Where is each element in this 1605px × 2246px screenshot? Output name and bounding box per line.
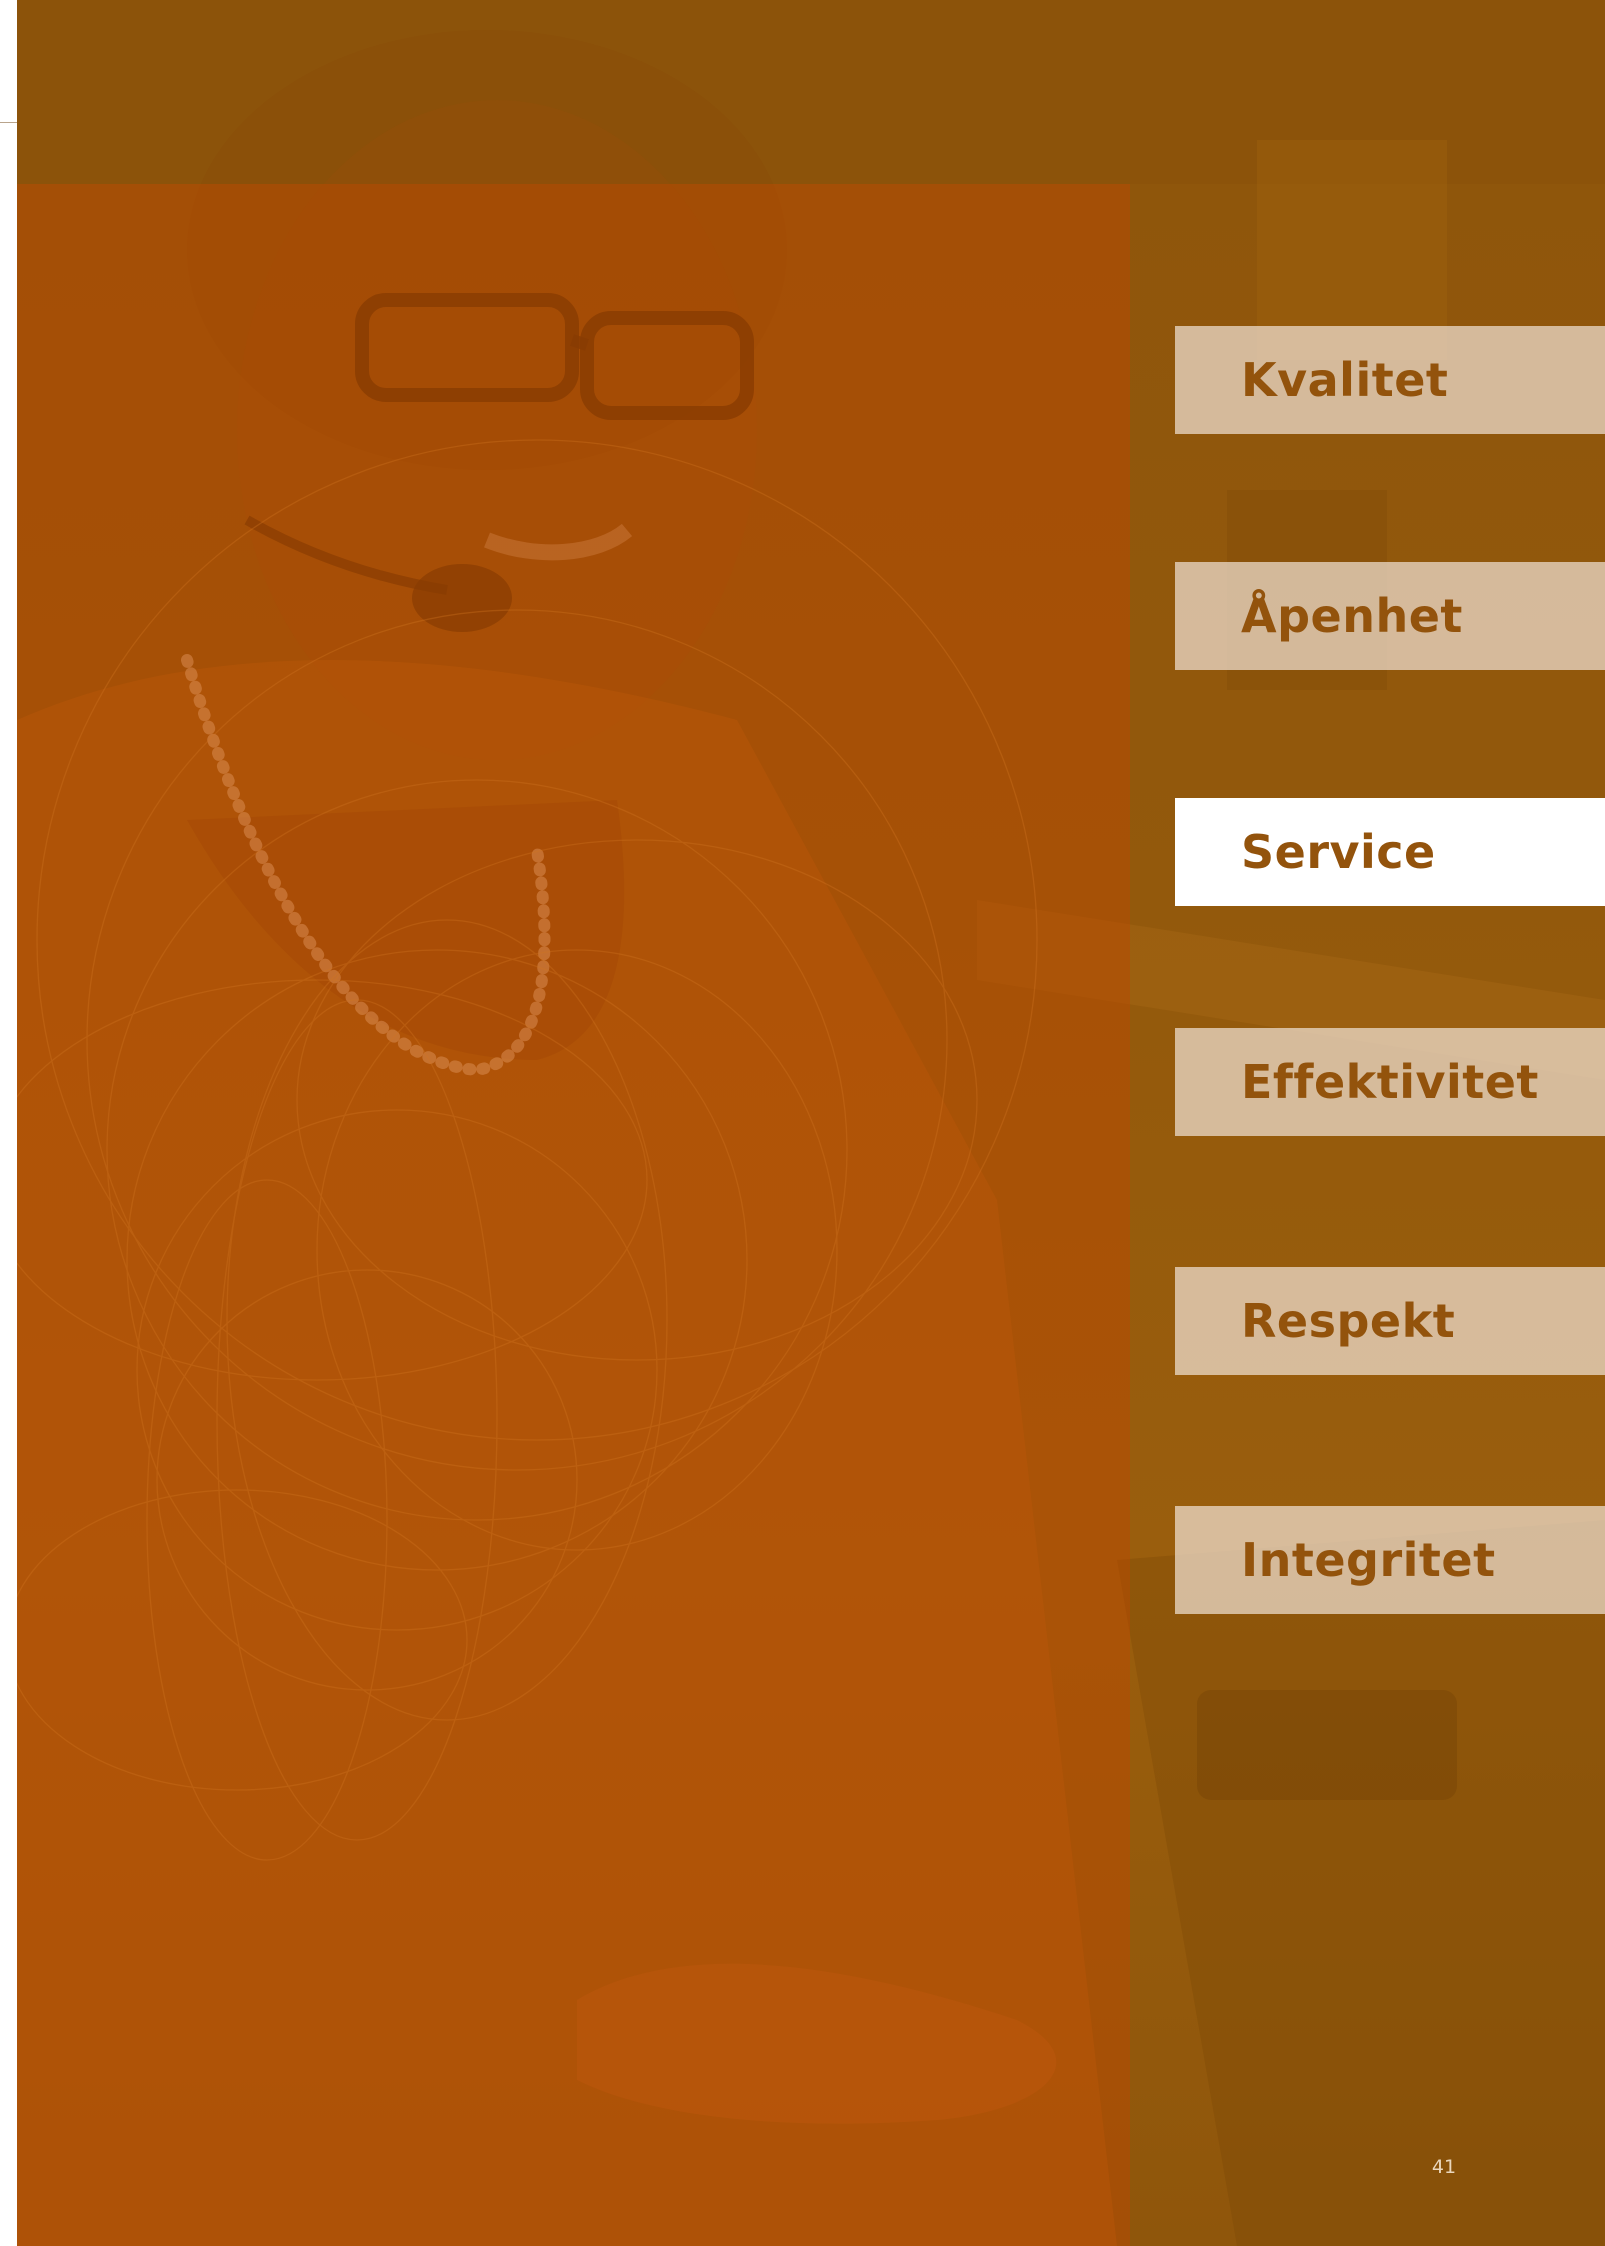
page-number: 41 — [1431, 2156, 1457, 2178]
value-tag-respekt: Respekt — [1175, 1267, 1605, 1375]
value-tag-effektivitet: Effektivitet — [1175, 1028, 1605, 1136]
value-tag-label: Respekt — [1241, 1294, 1456, 1348]
values-list: Kvalitet Åpenhet Service Effektivitet Re… — [1175, 0, 1605, 2246]
value-tag-kvalitet: Kvalitet — [1175, 326, 1605, 434]
value-tag-label: Service — [1241, 825, 1436, 879]
brochure-page: Kvalitet Åpenhet Service Effektivitet Re… — [0, 0, 1605, 2246]
overlay-panel — [17, 184, 1130, 2246]
value-tag-label: Integritet — [1241, 1533, 1496, 1587]
value-tag-label: Åpenhet — [1241, 589, 1463, 643]
value-tag-integritet: Integritet — [1175, 1506, 1605, 1614]
value-tag-apenhet: Åpenhet — [1175, 562, 1605, 670]
value-tag-service: Service — [1175, 798, 1605, 906]
value-tag-label: Effektivitet — [1241, 1055, 1539, 1109]
crop-mark — [0, 122, 17, 123]
value-tag-label: Kvalitet — [1241, 353, 1449, 407]
